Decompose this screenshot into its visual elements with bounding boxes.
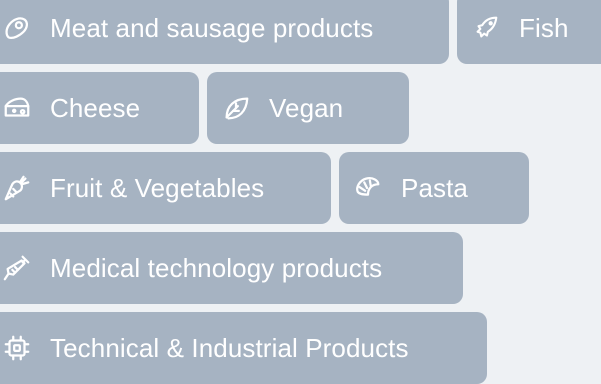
category-medical-technology-products[interactable]: Medical technology products [0, 232, 463, 304]
category-label: Fish [519, 13, 569, 43]
fish-icon [469, 11, 503, 45]
category-pasta[interactable]: Pasta [339, 152, 529, 224]
category-label: Medical technology products [50, 253, 383, 283]
carrot-icon [0, 171, 34, 205]
syringe-icon [0, 251, 34, 285]
cheese-icon [0, 91, 34, 125]
chip-icon [0, 331, 34, 365]
category-label: Cheese [50, 93, 141, 123]
category-label: Fruit & Vegetables [50, 173, 265, 203]
category-fruit-and-vegetables[interactable]: Fruit & Vegetables [0, 152, 331, 224]
meat-icon [0, 11, 34, 45]
category-vegan[interactable]: Vegan [207, 72, 409, 144]
category-label: Vegan [269, 93, 344, 123]
leaf-icon [219, 91, 253, 125]
category-fish[interactable]: Fish [457, 0, 601, 64]
category-label: Meat and sausage products [50, 13, 374, 43]
category-meat-and-sausage-products[interactable]: Meat and sausage products [0, 0, 449, 64]
category-cheese[interactable]: Cheese [0, 72, 199, 144]
category-label: Pasta [401, 173, 468, 203]
category-label: Technical & Industrial Products [50, 333, 409, 363]
croissant-icon [351, 171, 385, 205]
category-technical-and-industrial-products[interactable]: Technical & Industrial Products [0, 312, 487, 384]
